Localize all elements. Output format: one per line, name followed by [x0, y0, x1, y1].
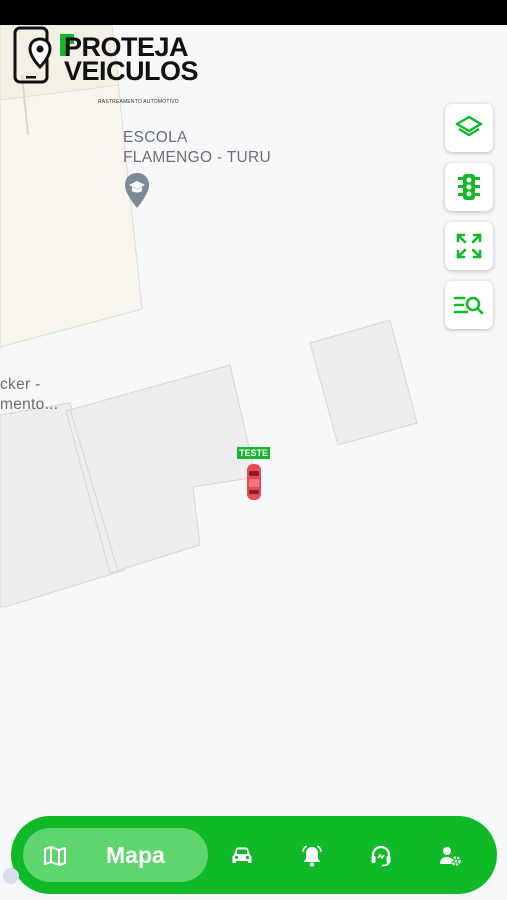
nav-alerts[interactable]: [297, 841, 327, 871]
expand-icon: [456, 233, 482, 259]
nav-account[interactable]: [435, 841, 465, 871]
corner-indicator: [3, 868, 19, 884]
car-icon: [232, 847, 252, 863]
user-settings-icon: [440, 847, 461, 866]
school-marker-icon[interactable]: [124, 172, 150, 210]
map-icon[interactable]: [40, 841, 70, 871]
partial-poi-label: cker - mento...: [0, 375, 58, 415]
search-list-icon: [453, 296, 484, 315]
fullscreen-button[interactable]: [445, 222, 493, 270]
traffic-button[interactable]: [445, 163, 493, 211]
poi-label: ESCOLA FLAMENGO - TURU: [123, 128, 271, 168]
bottom-nav: Mapa: [11, 816, 497, 894]
nav-map-label[interactable]: Mapa: [106, 842, 165, 869]
logo-tagline: RASTREAMENTO AUTOMOTIVO: [98, 99, 179, 105]
traffic-light-icon: [458, 174, 480, 200]
vehicle-label[interactable]: TESTE: [237, 447, 271, 459]
layers-icon: [455, 115, 483, 137]
nav-support[interactable]: [366, 841, 396, 871]
partial-poi-line1: cker -: [0, 376, 41, 393]
headset-icon: [371, 845, 391, 867]
nav-vehicles[interactable]: [227, 841, 257, 871]
layers-button[interactable]: [445, 104, 493, 152]
vehicle-marker[interactable]: [246, 463, 262, 501]
partial-poi-line2: mento...: [0, 396, 59, 413]
poi-name-line2: FLAMENGO - TURU: [123, 149, 272, 166]
poi-name-line1: ESCOLA: [123, 129, 188, 146]
search-list-button[interactable]: [445, 281, 493, 329]
status-bar: [0, 0, 507, 25]
bell-icon: [302, 845, 322, 867]
app-logo: PROTEJA VEICULOS RASTREAMENTO AUTOMOTIVO: [12, 25, 199, 113]
logo-line2: VEICULOS: [64, 56, 199, 86]
